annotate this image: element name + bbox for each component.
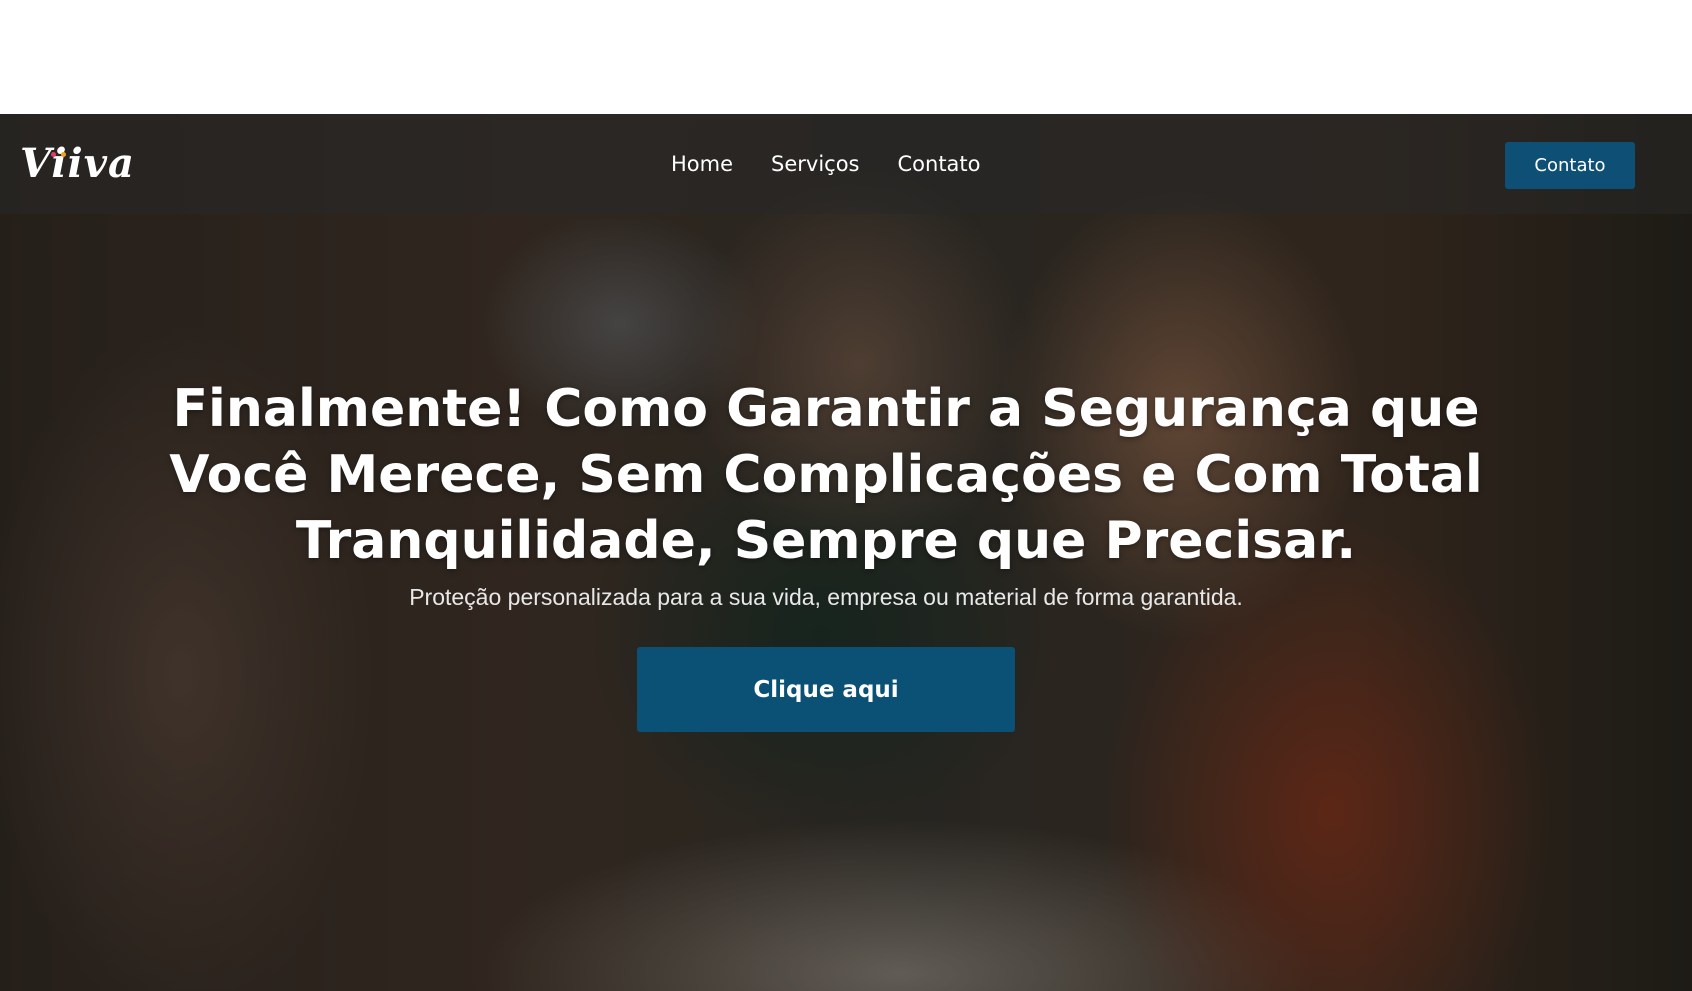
logo-dot-pink xyxy=(51,152,56,157)
navbar: Viiva Home Serviços Contato Contato xyxy=(0,114,1692,214)
hero-headline-line-3: Tranquilidade, Sempre que Precisar. xyxy=(295,511,1357,571)
top-blank-area xyxy=(0,0,1692,114)
logo[interactable]: Viiva xyxy=(20,144,135,184)
hero-headline-line-2: Você Merece, Sem Complicações e Com Tota… xyxy=(169,445,1483,505)
hero-headline: Finalmente! Como Garantir a Segurança qu… xyxy=(146,376,1506,574)
hero-subtitle: Proteção personalizada para a sua vida, … xyxy=(409,584,1243,610)
nav-link-contato[interactable]: Contato xyxy=(898,152,981,176)
nav-link-servicos[interactable]: Serviços xyxy=(771,152,859,176)
hero-headline-line-1: Finalmente! Como Garantir a Segurança qu… xyxy=(172,379,1480,439)
contato-button[interactable]: Contato xyxy=(1505,142,1635,189)
nav-link-home[interactable]: Home xyxy=(671,152,733,176)
hero-section: Viiva Home Serviços Contato Contato Fina… xyxy=(0,114,1692,991)
clique-aqui-button[interactable]: Clique aqui xyxy=(637,647,1015,732)
main-nav: Home Serviços Contato xyxy=(671,152,981,176)
logo-dot-orange xyxy=(61,152,66,157)
